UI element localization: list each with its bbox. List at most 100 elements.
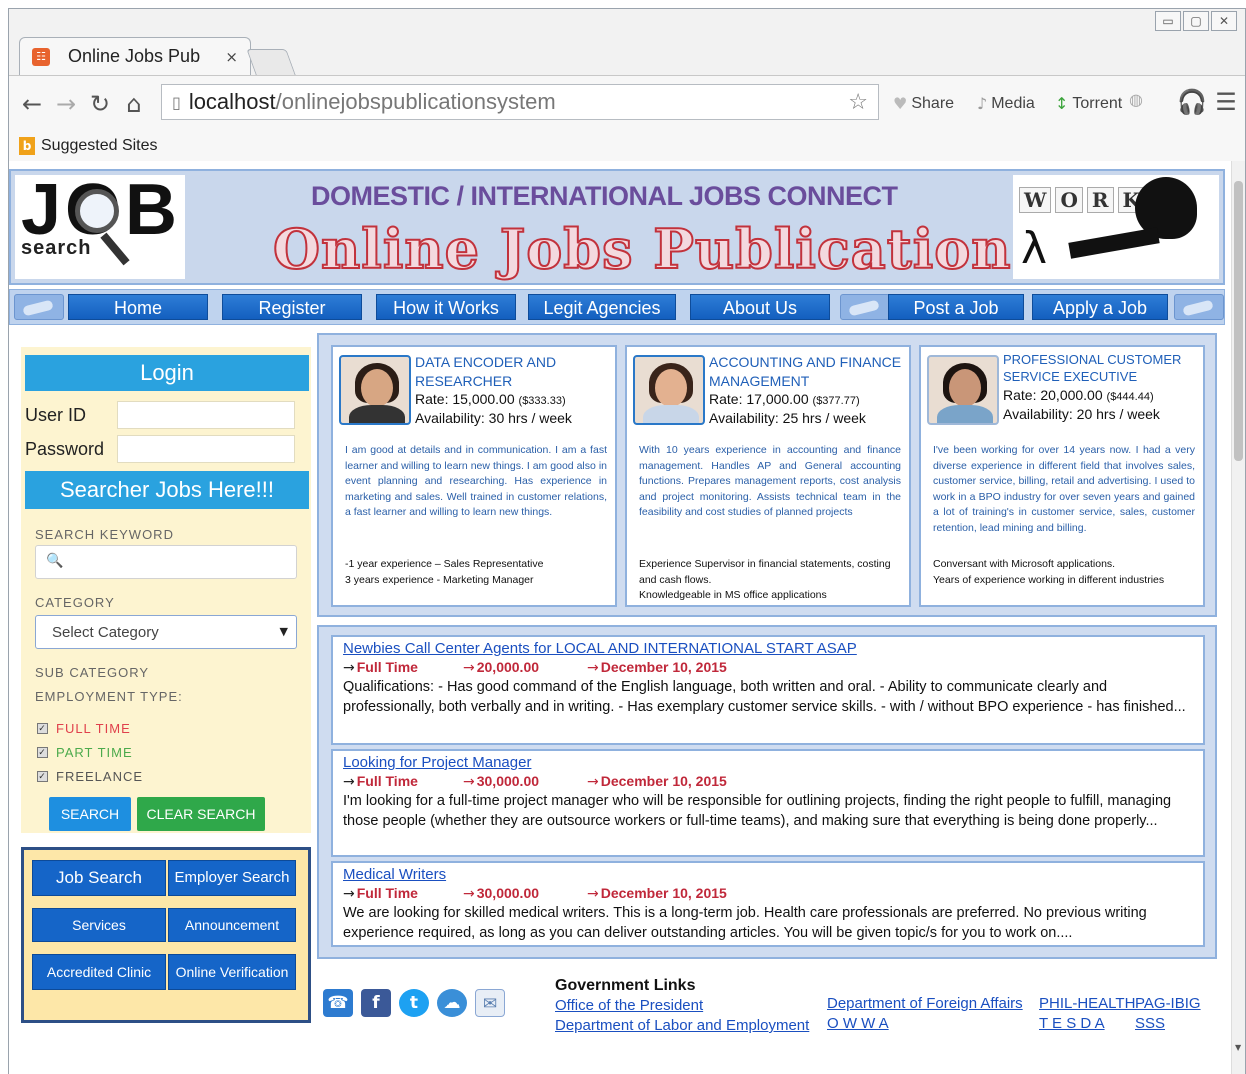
headphones-icon[interactable]: 🎧	[1175, 88, 1209, 116]
search-button[interactable]: SEARCH	[49, 797, 131, 831]
checkbox-label: FULL TIME	[56, 721, 131, 736]
chat-icon[interactable]: ☁	[437, 989, 467, 1017]
home-icon[interactable]: ⌂	[117, 90, 151, 118]
job-listings: Newbies Call Center Agents for LOCAL AND…	[317, 625, 1217, 959]
rate-value: Rate: 17,000.00	[709, 391, 809, 407]
checkbox-label: FREELANCE	[56, 769, 144, 784]
bookmark-star-icon[interactable]: ☆	[848, 90, 868, 115]
job-type: → Full Time	[343, 658, 463, 678]
job-title-link[interactable]: Looking for Project Manager	[343, 753, 1193, 772]
category-select[interactable]: Select Category ▼	[35, 615, 297, 649]
profile-availability: Availability: 30 hrs / week	[415, 410, 572, 426]
checkbox-full-time[interactable]: ✓ FULL TIME	[37, 721, 131, 736]
job-type-value: Full Time	[356, 659, 418, 675]
address-bar[interactable]: ▯ localhost /onlinejobspublicationsystem…	[161, 84, 879, 120]
bookmark-suggested-sites[interactable]: Suggested Sites	[41, 137, 158, 155]
profile-photo	[927, 355, 999, 425]
job-date: → December 10, 2015	[587, 658, 727, 678]
scroll-down-icon[interactable]: ▼	[1235, 1043, 1241, 1052]
job-search-logo: JOB search	[15, 170, 185, 279]
job-title-link[interactable]: Newbies Call Center Agents for LOCAL AND…	[343, 639, 1193, 658]
reload-icon[interactable]: ↻	[83, 90, 117, 118]
quick-links-panel: Job Search Employer Search Services Anno…	[21, 847, 311, 1023]
dropdown-caret-icon: ▼	[279, 625, 288, 638]
job-type-value: Full Time	[356, 773, 418, 789]
profile-card[interactable]: PROFESSIONAL CUSTOMER SERVICE EXECUTIVE …	[919, 345, 1205, 607]
maximize-icon[interactable]: ▢	[1183, 11, 1209, 31]
link-owwa[interactable]: O W W A	[827, 1015, 889, 1032]
page-icon: ▯	[172, 92, 181, 112]
job-salary-value: 30,000.00	[476, 773, 540, 789]
profile-card[interactable]: DATA ENCODER AND RESEARCHER Rate: 15,000…	[331, 345, 617, 607]
minimize-icon[interactable]: ▭	[1155, 11, 1181, 31]
link-dole[interactable]: Department of Labor and Employment	[555, 1017, 809, 1034]
nav-apply-a-job[interactable]: Apply a Job	[1032, 294, 1168, 320]
link-dfa[interactable]: Department of Foreign Affairs	[827, 995, 1023, 1012]
window-controls: ▭ ▢ ✕	[1155, 11, 1237, 31]
extension-media[interactable]: ♪ Media	[977, 94, 1035, 113]
nav-legit-agencies[interactable]: Legit Agencies	[528, 294, 676, 320]
nav-register[interactable]: Register	[222, 294, 362, 320]
checkbox-part-time[interactable]: ✓ PART TIME	[37, 745, 133, 760]
search-heading: Searcher Jobs Here!!!	[25, 471, 309, 509]
extension-label: Torrent	[1072, 94, 1123, 112]
nav-home[interactable]: Home	[68, 294, 208, 320]
extension-share[interactable]: ♥ Share	[893, 94, 954, 113]
scrollbar-thumb[interactable]	[1234, 181, 1243, 461]
url-path: /onlinejobspublicationsystem	[275, 89, 556, 114]
profile-role: PROFESSIONAL CUSTOMER SERVICE EXECUTIVE	[1003, 352, 1182, 384]
back-icon[interactable]: ←	[15, 90, 49, 118]
experience-line: Knowledgeable in MS office applications	[639, 589, 827, 601]
link-tesda[interactable]: T E S D A	[1039, 1015, 1105, 1032]
stamp-icon	[1174, 294, 1224, 320]
nav-how-it-works[interactable]: How it Works	[376, 294, 516, 320]
experience-line: Years of experience working in different…	[933, 573, 1165, 586]
quicklink-services[interactable]: Services	[32, 908, 166, 942]
heart-icon: ♥	[893, 94, 908, 113]
search-keyword-label: SEARCH KEYWORD	[35, 527, 174, 542]
profile-card[interactable]: ACCOUNTING AND FINANCE MANAGEMENT Rate: …	[625, 345, 911, 607]
profile-availability: Availability: 25 hrs / week	[709, 410, 866, 426]
link-sss[interactable]: SSS	[1135, 1015, 1165, 1032]
job-title-link[interactable]: Medical Writers	[343, 865, 1193, 884]
quicklink-online-verification[interactable]: Online Verification	[168, 954, 296, 990]
nav-about-us[interactable]: About Us	[690, 294, 830, 320]
site-favicon-icon: ☷	[32, 47, 50, 66]
magnifier-icon	[75, 189, 119, 233]
bookmarks-bar: b Suggested Sites	[9, 131, 1245, 161]
quicklink-job-search[interactable]: Job Search	[32, 860, 166, 896]
vertical-scrollbar[interactable]: ▼	[1231, 161, 1245, 1074]
link-philhealth[interactable]: PHIL-HEALTH	[1039, 995, 1135, 1012]
clear-search-button[interactable]: CLEAR SEARCH	[137, 797, 265, 831]
checkbox-icon: ✓	[37, 723, 48, 734]
tab-close-icon[interactable]: ×	[225, 48, 238, 66]
search-input[interactable]: 🔍	[35, 545, 297, 579]
menu-icon[interactable]: ☰	[1209, 88, 1243, 116]
site-banner: JOB search DOMESTIC / INTERNATIONAL JOBS…	[9, 169, 1225, 285]
mail-icon[interactable]: ✉	[475, 989, 505, 1017]
checkbox-freelance[interactable]: ✓ FREELANCE	[37, 769, 143, 784]
new-tab-button[interactable]	[246, 49, 296, 75]
browser-tab[interactable]: ☷ Online Jobs Pub ×	[19, 37, 251, 75]
nav-post-a-job[interactable]: Post a Job	[888, 294, 1024, 320]
arrow-right-icon: →	[463, 774, 475, 790]
page-viewport: JOB search DOMESTIC / INTERNATIONAL JOBS…	[9, 161, 1231, 1074]
link-office-of-the-president[interactable]: Office of the President	[555, 997, 703, 1014]
close-icon[interactable]: ✕	[1211, 11, 1237, 31]
job-type: → Full Time	[343, 772, 463, 792]
twitter-icon[interactable]: t	[399, 989, 429, 1017]
facebook-icon[interactable]: f	[361, 989, 391, 1017]
arrow-right-icon: →	[343, 660, 355, 676]
phone-icon[interactable]: ☎	[323, 989, 353, 1017]
link-pag-ibig[interactable]: PAG-IBIG	[1135, 995, 1201, 1012]
user-id-input[interactable]	[117, 401, 295, 429]
extension-off-icon[interactable]: ◍	[1119, 90, 1153, 109]
quicklink-accredited-clinic[interactable]: Accredited Clinic	[32, 954, 166, 990]
password-input[interactable]	[117, 435, 295, 463]
forward-icon[interactable]: →	[49, 90, 83, 118]
quicklink-employer-search[interactable]: Employer Search	[168, 860, 296, 896]
job-salary-value: 20,000.00	[476, 659, 540, 675]
quicklink-announcement[interactable]: Announcement	[168, 908, 296, 942]
url-host: localhost	[188, 89, 276, 114]
extension-torrent[interactable]: ↕ Torrent	[1055, 94, 1122, 113]
